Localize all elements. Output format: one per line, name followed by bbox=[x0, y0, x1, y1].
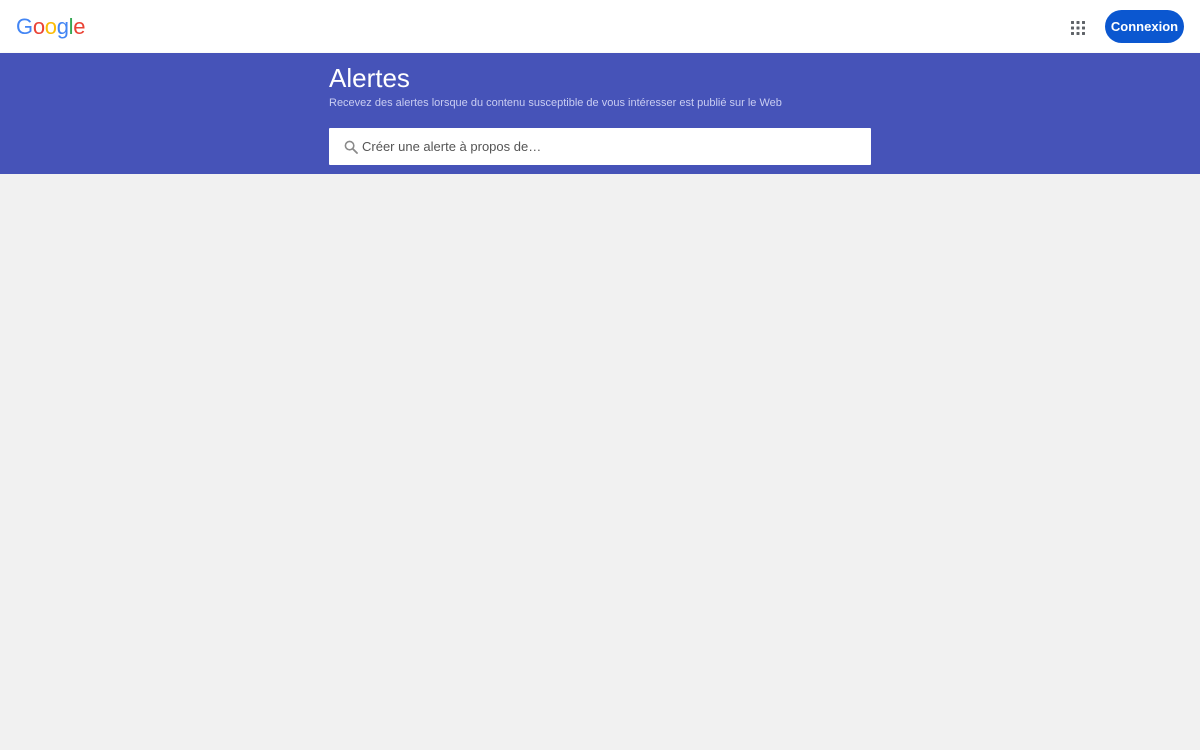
main-content-area bbox=[0, 174, 1200, 750]
logo-letter: e bbox=[73, 14, 86, 39]
page-subtitle: Recevez des alertes lorsque du contenu s… bbox=[329, 97, 782, 109]
create-alert-input[interactable] bbox=[362, 128, 862, 165]
logo-letter: o bbox=[32, 14, 45, 39]
logo-letter: G bbox=[16, 14, 33, 39]
alerts-header-banner: Alertes Recevez des alertes lorsque du c… bbox=[0, 53, 1200, 174]
signin-button[interactable]: Connexion bbox=[1105, 10, 1184, 43]
apps-grid-icon bbox=[1071, 21, 1085, 35]
create-alert-search-box[interactable] bbox=[329, 128, 871, 165]
search-icon bbox=[344, 140, 358, 154]
logo-letter: o bbox=[44, 14, 57, 39]
top-bar: Google Connexion bbox=[0, 0, 1200, 53]
google-logo[interactable]: Google bbox=[16, 11, 85, 43]
logo-letter: g bbox=[56, 14, 69, 39]
apps-button[interactable] bbox=[1060, 10, 1096, 46]
page-title: Alertes bbox=[329, 63, 410, 93]
